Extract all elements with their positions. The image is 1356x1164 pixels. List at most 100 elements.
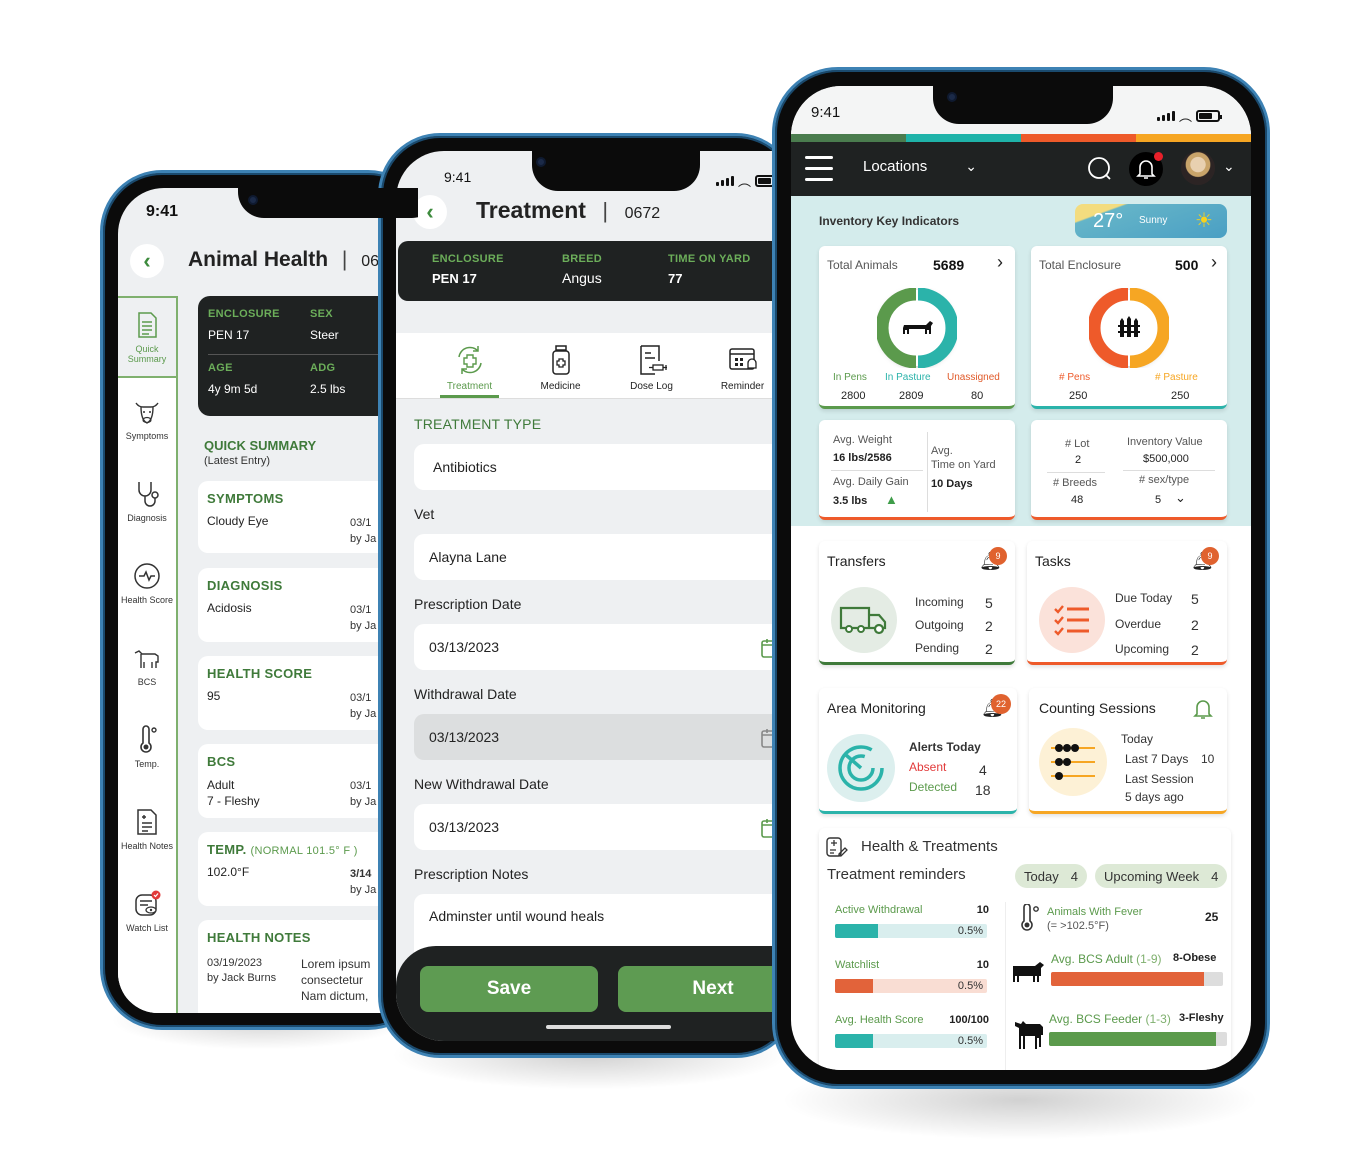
- last-session-value: 5 days ago: [1125, 790, 1184, 804]
- notch: [532, 151, 700, 191]
- field-value: 03/13/2023: [429, 819, 500, 835]
- quick-summary-header: QUICK SUMMARY (Latest Entry): [204, 438, 316, 467]
- save-button[interactable]: Save: [420, 966, 598, 1012]
- camera-icon: [536, 157, 546, 167]
- field-label: Vet: [414, 506, 435, 522]
- wifi-icon: ︵: [1179, 109, 1193, 124]
- strip-yellow: [1136, 134, 1251, 142]
- field-value: Alayna Lane: [429, 549, 507, 565]
- counting-sessions-card[interactable]: Counting Sessions Today Last 7 Days 10 L…: [1029, 688, 1227, 814]
- absent-label: Absent: [909, 760, 947, 774]
- sidebar-item-health-notes[interactable]: Health Notes: [118, 788, 176, 870]
- bcs-adult-bar: [1051, 972, 1223, 986]
- total-animals-card[interactable]: Total Animals 5689 › In Pens In Pasture …: [819, 246, 1015, 409]
- row-value: 2: [985, 641, 993, 657]
- enclosure-donut-chart: [1089, 288, 1169, 368]
- segment-label: In Pasture: [885, 372, 931, 383]
- abacus-icon-bg: [1039, 728, 1107, 796]
- last7-label: Last 7 Days: [1125, 752, 1189, 766]
- weights-card: Avg. Weight 16 lbs/2586 Avg. Daily Gain …: [819, 420, 1015, 520]
- info-label: SEX: [310, 308, 333, 320]
- page-title: Treatment | 0672: [476, 197, 661, 223]
- metric-value: 10: [976, 959, 989, 971]
- bcs-adult-label: Avg. BCS Adult (1-9): [1051, 952, 1162, 966]
- detected-value: 18: [975, 782, 991, 798]
- cow-icon: [134, 650, 159, 668]
- info-value: PEN 17: [208, 328, 250, 342]
- checklist-icon: [1054, 605, 1089, 636]
- sidebar-item-health-score[interactable]: Health Score: [118, 542, 176, 624]
- note-meta: 03/19/2023 by Jack Burns: [207, 957, 277, 984]
- sidebar-item-watch-list[interactable]: Watch List: [118, 870, 176, 952]
- metric-value: 100/100: [949, 1014, 989, 1026]
- sidebar-item-quick-summary[interactable]: Quick Summary: [118, 296, 176, 378]
- row-label: Upcoming: [1115, 642, 1170, 656]
- back-button[interactable]: ‹: [413, 195, 447, 229]
- field-label: Withdrawal Date: [414, 686, 517, 702]
- tab-treatment[interactable]: Treatment: [424, 333, 515, 398]
- time-on-yard-label: Avg. Time on Yard: [931, 445, 996, 471]
- adg-label: Avg. Daily Gain: [833, 476, 909, 488]
- notch: [238, 188, 418, 218]
- sidebar-item-symptoms[interactable]: Symptoms: [118, 378, 176, 460]
- dose-log-icon: [639, 345, 667, 375]
- segment-value: 2809: [899, 390, 924, 402]
- search-icon[interactable]: [1087, 156, 1113, 182]
- battery-icon: [1196, 109, 1223, 122]
- sidebar-item-diagnosis[interactable]: Diagnosis: [118, 460, 176, 542]
- medicine-bottle-icon: [551, 345, 570, 375]
- next-button[interactable]: Next: [618, 966, 796, 1012]
- sidebar-label: Temp.: [134, 759, 160, 769]
- chip-today[interactable]: Today 4: [1015, 864, 1087, 888]
- info-label: ENCLOSURE: [208, 308, 280, 320]
- tab-dose-log[interactable]: Dose Log: [606, 333, 697, 398]
- withdrawal-date-input: 03/13/2023: [414, 714, 794, 760]
- animal-id: 06: [361, 253, 379, 270]
- row-value: 5: [985, 595, 993, 611]
- tab-label: Dose Log: [630, 381, 673, 392]
- signal-icon: [716, 175, 734, 186]
- sidebar-item-temp[interactable]: Temp.: [118, 706, 176, 788]
- info-value: 4y 9m 5d: [208, 382, 258, 396]
- total-enclosure-card[interactable]: Total Enclosure 500 › # Pens # Pasture 2…: [1031, 246, 1227, 409]
- card-title: Counting Sessions: [1039, 700, 1156, 716]
- radar-icon: [838, 745, 884, 791]
- chevron-right-icon[interactable]: ›: [1211, 252, 1217, 273]
- fever-threshold: (= >102.5°F): [1047, 920, 1109, 932]
- chevron-down-icon[interactable]: ⌄: [1175, 490, 1186, 506]
- segment-value: 250: [1069, 390, 1088, 402]
- tab-medicine[interactable]: Medicine: [515, 333, 606, 398]
- time-on-yard-value: 10 Days: [931, 478, 973, 490]
- status-time: 9:41: [811, 104, 841, 121]
- back-button[interactable]: ‹: [130, 244, 164, 278]
- area-monitoring-card[interactable]: Area Monitoring 🔔︎ 22 Alerts Today Absen…: [819, 688, 1017, 814]
- notifications-button[interactable]: [1129, 152, 1163, 186]
- info-value: Steer: [310, 328, 339, 342]
- field-value: Adminster until wound heals: [429, 908, 605, 924]
- sidebar-item-bcs[interactable]: BCS: [118, 624, 176, 706]
- cow-icon: [1013, 962, 1044, 982]
- sidebar-label: Diagnosis: [127, 513, 167, 523]
- new-withdrawal-date-input[interactable]: 03/13/2023: [414, 804, 794, 850]
- transfers-card[interactable]: Transfers 🔔︎ 9 Incoming 5 Outgoing 2 Pen…: [819, 541, 1015, 665]
- location-dropdown[interactable]: Locations ⌄: [863, 158, 977, 175]
- vet-input[interactable]: Alayna Lane: [414, 534, 794, 580]
- chevron-right-icon[interactable]: ›: [997, 252, 1003, 273]
- bell-icon: [1136, 160, 1156, 179]
- metric-progress-bar: 0.5%: [835, 979, 987, 993]
- bell-icon[interactable]: [1193, 698, 1213, 720]
- prescription-date-input[interactable]: 03/13/2023: [414, 624, 794, 670]
- hamburger-menu-button[interactable]: [805, 156, 833, 181]
- chevron-down-icon[interactable]: ⌄: [1223, 158, 1235, 175]
- segment-label: In Pens: [833, 372, 867, 383]
- status-icons: ︵: [716, 171, 782, 190]
- chip-upcoming-week[interactable]: Upcoming Week 4: [1095, 864, 1228, 888]
- inventory-value-label: Inventory Value: [1127, 436, 1203, 448]
- bcs-feeder-bar: [1049, 1032, 1227, 1046]
- treatment-type-select[interactable]: Antibiotics: [414, 444, 794, 490]
- card-title: Area Monitoring: [827, 700, 926, 716]
- user-avatar[interactable]: [1181, 151, 1215, 185]
- divider: [927, 432, 928, 512]
- sun-icon: ☀: [1195, 210, 1213, 232]
- tasks-card[interactable]: Tasks 🔔︎ 9 Due Today 5 Overdue 2 Upcomin…: [1027, 541, 1227, 665]
